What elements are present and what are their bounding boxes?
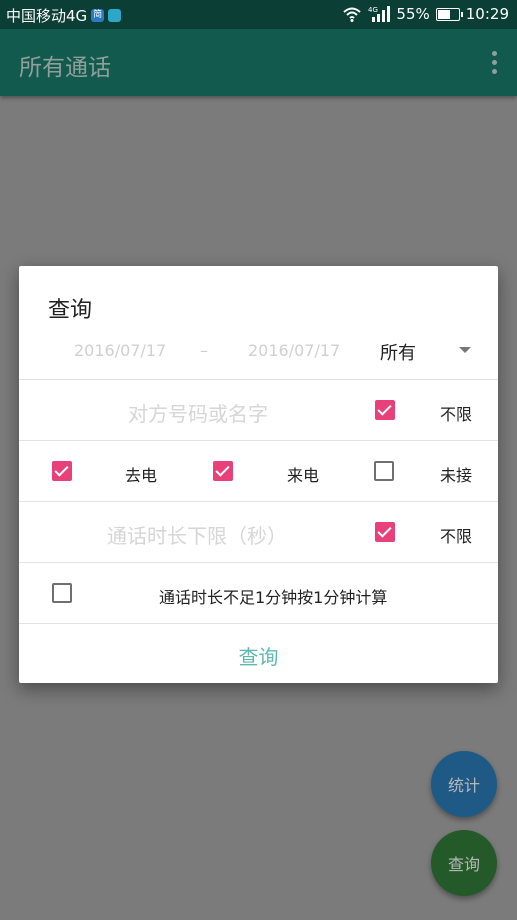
battery-percent: 55% xyxy=(396,5,430,23)
dropdown-arrow-icon[interactable] xyxy=(459,347,471,353)
contact-input[interactable]: 对方号码或名字 xyxy=(128,398,268,427)
start-date-field[interactable]: 2016/07/17 xyxy=(74,341,166,360)
network-type-label: 4G xyxy=(368,6,378,14)
query-button[interactable]: 查询 xyxy=(19,641,498,670)
outgoing-checkbox[interactable] xyxy=(52,461,72,481)
round-up-label: 通话时长不足1分钟按1分钟计算 xyxy=(159,588,388,607)
stats-fab-button[interactable]: 统计 xyxy=(431,751,497,817)
call-type-row: 去电 来电 未接 xyxy=(19,440,498,501)
date-range-separator: – xyxy=(200,341,208,360)
outgoing-label: 去电 xyxy=(125,466,158,485)
duration-unlimited-checkbox[interactable] xyxy=(375,522,395,542)
call-scope-dropdown[interactable]: 所有 xyxy=(380,339,416,365)
round-up-checkbox[interactable] xyxy=(52,583,72,603)
round-up-row: 通话时长不足1分钟按1分钟计算 xyxy=(19,562,498,623)
clock: 10:29 xyxy=(465,5,509,23)
overflow-menu-icon[interactable] xyxy=(489,51,499,75)
wifi-icon xyxy=(343,7,362,22)
notification-icon xyxy=(108,9,122,22)
incoming-label: 来电 xyxy=(287,466,320,485)
dialog-title: 查询 xyxy=(48,298,93,323)
missed-label: 未接 xyxy=(440,466,473,485)
signal-icon: 4G xyxy=(368,6,391,22)
duration-unlimited-label: 不限 xyxy=(440,527,473,546)
contact-unlimited-checkbox[interactable] xyxy=(375,400,395,420)
end-date-field[interactable]: 2016/07/17 xyxy=(248,341,340,360)
contact-unlimited-label: 不限 xyxy=(440,405,473,424)
incoming-checkbox[interactable] xyxy=(213,461,233,481)
simplified-badge-icon: 简 xyxy=(91,9,105,22)
contact-row: 对方号码或名字 不限 xyxy=(19,379,498,440)
missed-checkbox[interactable] xyxy=(374,461,394,481)
status-bar: 中国移动4G 简 4G 55% 10:29 xyxy=(0,0,517,29)
page-title: 所有通话 xyxy=(19,55,111,81)
query-dialog: 查询 2016/07/17 – 2016/07/17 所有 对方号码或名字 不限… xyxy=(19,266,498,683)
battery-icon xyxy=(435,7,463,21)
query-fab-button[interactable]: 查询 xyxy=(431,830,497,896)
carrier-label: 中国移动4G xyxy=(6,7,88,25)
app-bar: 所有通话 xyxy=(0,29,517,96)
duration-row: 通话时长下限（秒） 不限 xyxy=(19,501,498,562)
min-duration-input[interactable]: 通话时长下限（秒） xyxy=(107,520,287,549)
action-row: 查询 xyxy=(19,623,498,684)
